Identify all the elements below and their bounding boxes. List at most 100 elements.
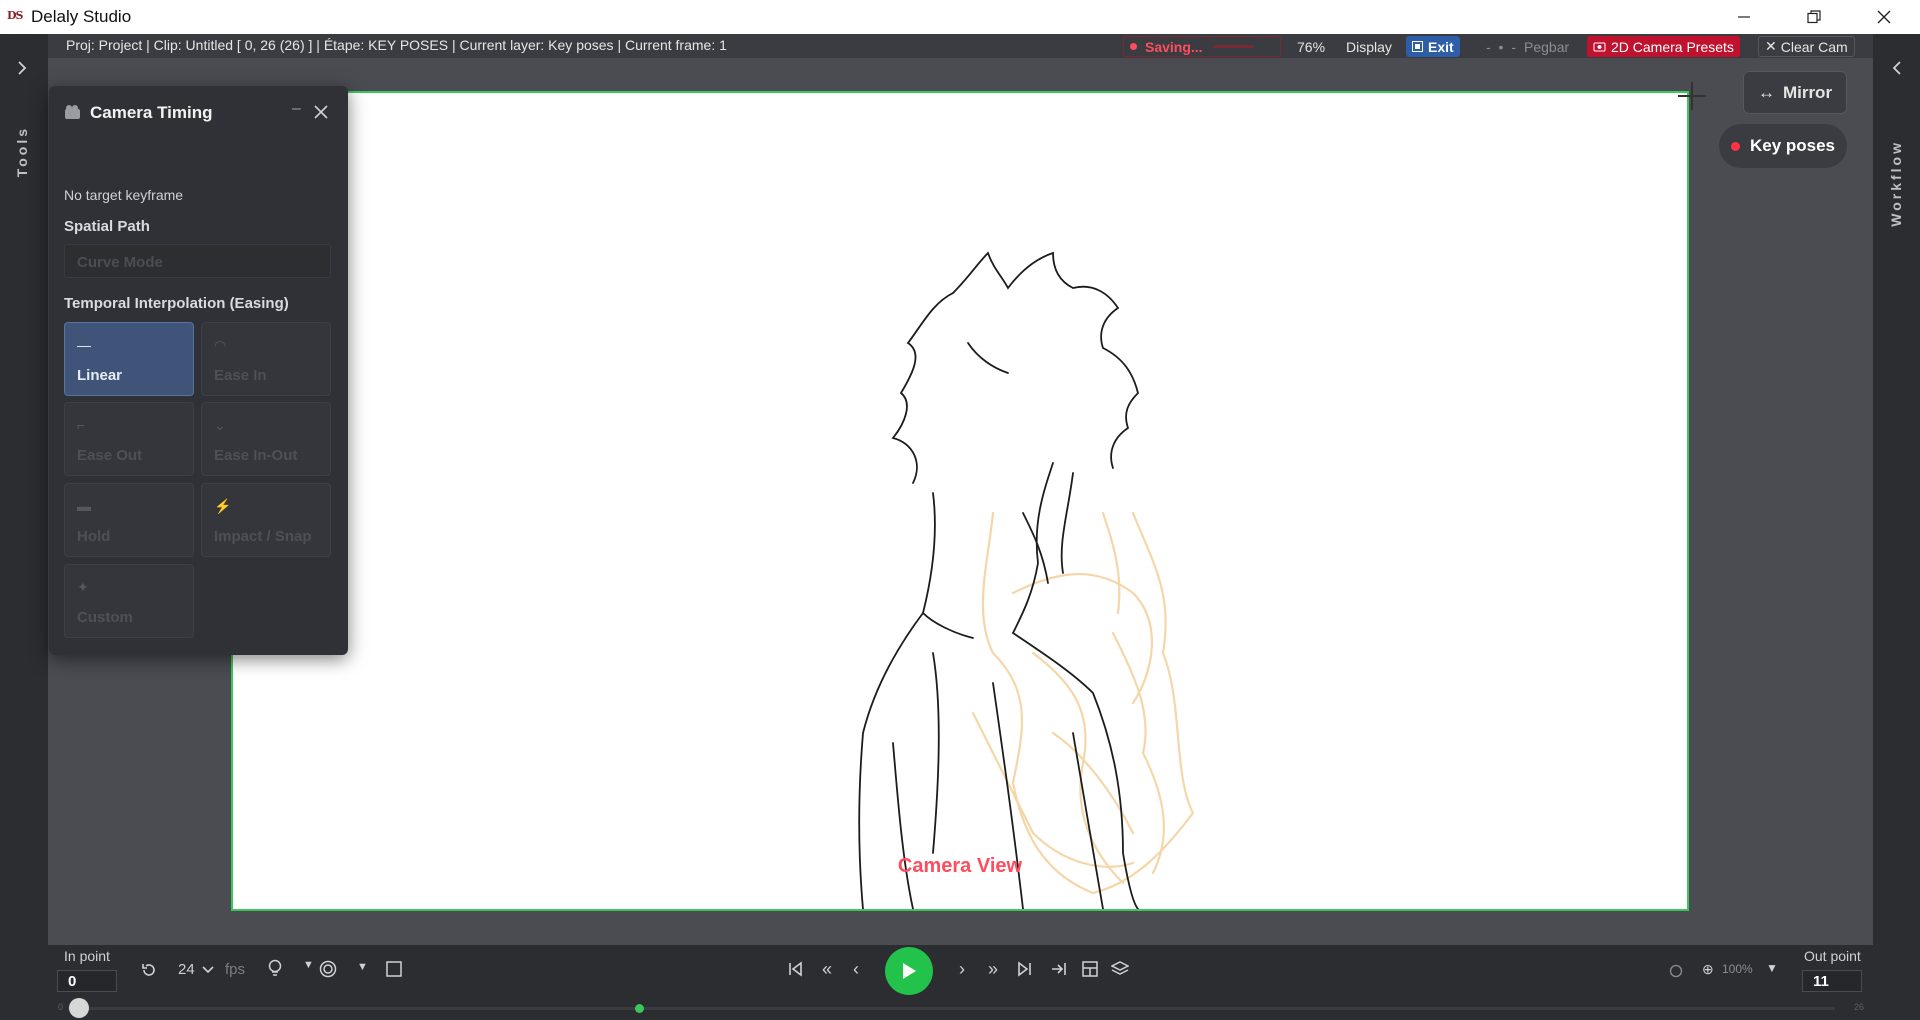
minimize-icon <box>1738 16 1750 18</box>
double-chevron-right-icon: » <box>987 958 998 979</box>
easing-impact-snap[interactable]: ⚡ Impact / Snap <box>201 483 331 557</box>
fast-forward-button[interactable]: » <box>983 959 1003 979</box>
mirror-button[interactable]: ↔ Mirror <box>1743 71 1847 114</box>
custom-icon: ✦ <box>77 579 89 595</box>
skip-end-icon <box>1018 961 1031 977</box>
drawing-canvas[interactable]: Camera View <box>231 91 1689 911</box>
easing-label: Ease Out <box>77 447 143 464</box>
saving-label: Saving... <box>1145 38 1203 55</box>
ease-out-icon: ⌐ <box>77 417 86 433</box>
minimize-panel-icon[interactable]: – <box>292 100 301 118</box>
in-point-label: In point <box>64 948 110 964</box>
fps-select-value[interactable]: 24 <box>178 961 195 978</box>
go-to-out-point-button[interactable] <box>1049 959 1069 979</box>
layers-button[interactable] <box>1110 959 1130 979</box>
character-line-sketch <box>858 251 1139 909</box>
close-icon <box>1877 10 1891 24</box>
close-panel-icon[interactable] <box>314 105 328 119</box>
close-button[interactable] <box>1849 0 1919 34</box>
chevron-right-icon: › <box>959 958 965 979</box>
pegbar-icon: - • - <box>1486 38 1519 55</box>
recording-dot-icon <box>1730 141 1740 151</box>
chevron-right-icon[interactable] <box>16 60 28 76</box>
prev-frame-button[interactable]: ‹ <box>846 959 866 979</box>
out-point-input[interactable]: 11 <box>1802 970 1862 992</box>
status-text: Proj: Project | Clip: Untitled [ 0, 26 (… <box>66 37 727 53</box>
easing-ease-in-out[interactable]: ⌄ Ease In-Out <box>201 402 331 476</box>
arrow-to-line-icon <box>1052 963 1066 975</box>
layout-button[interactable] <box>1080 959 1100 979</box>
exit-label: Exit <box>1428 38 1454 55</box>
layers-icon <box>1111 961 1129 975</box>
restore-button[interactable] <box>1779 0 1849 34</box>
zoom-readout[interactable]: 76% <box>1291 36 1331 57</box>
skip-start-icon <box>789 961 802 977</box>
play-icon <box>903 963 916 979</box>
exit-button[interactable]: Exit <box>1406 36 1460 57</box>
chevron-left-icon[interactable] <box>1891 60 1903 76</box>
circle-icon[interactable] <box>1669 964 1683 978</box>
curve-mode-select[interactable]: Curve Mode <box>64 244 331 278</box>
tools-label[interactable]: Tools <box>14 126 30 177</box>
caret-down-icon[interactable]: ▼ <box>1766 961 1778 975</box>
restore-icon <box>1807 10 1821 24</box>
easing-linear[interactable]: — Linear <box>64 322 194 396</box>
layout-icon <box>1082 961 1098 977</box>
frame-icon[interactable] <box>386 961 402 977</box>
minimize-button[interactable] <box>1709 0 1779 34</box>
camera-icon <box>1593 42 1606 52</box>
play-button[interactable] <box>885 947 933 995</box>
info-bar: Proj: Project | Clip: Untitled [ 0, 26 (… <box>48 34 1873 58</box>
saving-dot-icon <box>1130 43 1137 50</box>
crosshair-icon[interactable] <box>1678 82 1706 110</box>
double-chevron-left-icon: « <box>821 958 832 979</box>
onion-skin-sketch <box>971 511 1195 895</box>
playback-bar: In point 0 24 fps ▼ ▼ « ‹ › » ⊕ 100% ▼ O… <box>48 945 1873 1020</box>
clear-cam-label: Clear Cam <box>1780 38 1848 55</box>
in-point-input[interactable]: 0 <box>57 970 117 992</box>
timeline-track[interactable] <box>68 1007 1835 1010</box>
lightbulb-icon[interactable] <box>267 959 283 979</box>
lightning-icon: ⚡ <box>214 498 232 514</box>
easing-hold[interactable]: ▬ Hold <box>64 483 194 557</box>
keyframe-marker[interactable] <box>635 1004 644 1013</box>
easing-label: Linear <box>77 367 123 384</box>
easing-ease-in[interactable]: ◠ Ease In <box>201 322 331 396</box>
caret-down-icon[interactable]: ▼ <box>303 959 314 971</box>
key-poses-button[interactable]: Key poses <box>1719 124 1847 168</box>
easing-custom[interactable]: ✦ Custom <box>64 564 194 638</box>
hold-icon: ▬ <box>77 498 91 514</box>
next-frame-button[interactable]: › <box>952 959 972 979</box>
last-frame-button[interactable] <box>1014 959 1034 979</box>
fps-label: fps <box>225 961 246 978</box>
loop-icon[interactable] <box>140 961 158 979</box>
workflow-label[interactable]: Workflow <box>1888 140 1904 227</box>
app-logo: DS <box>7 9 24 22</box>
chevron-down-icon[interactable] <box>202 966 214 974</box>
ease-in-icon: ◠ <box>214 337 227 353</box>
first-frame-button[interactable] <box>786 959 806 979</box>
camera-presets-button[interactable]: 2D Camera Presets <box>1587 36 1740 57</box>
camera-view-label: Camera View <box>897 855 1023 877</box>
easing-ease-out[interactable]: ⌐ Ease Out <box>64 402 194 476</box>
exit-icon <box>1412 41 1423 52</box>
panel-title: Camera Timing <box>90 103 213 122</box>
timeline-playhead[interactable] <box>69 998 89 1018</box>
curve-mode-placeholder: Curve Mode <box>77 254 163 271</box>
close-icon: ✕ <box>1765 38 1777 54</box>
easing-label: Hold <box>77 528 111 545</box>
onion-skin-icon[interactable] <box>319 960 337 978</box>
pegbar-toggle[interactable]: - • - Pegbar <box>1480 36 1575 57</box>
tools-sidebar: Tools <box>0 34 48 1020</box>
sketch-drawing <box>858 251 1195 909</box>
easing-label: Ease In <box>214 367 267 384</box>
rewind-button[interactable]: « <box>817 959 837 979</box>
clear-cam-button[interactable]: ✕ Clear Cam <box>1758 36 1855 57</box>
key-poses-label: Key poses <box>1749 136 1836 155</box>
view-zoom-readout[interactable]: 100% <box>1722 962 1753 976</box>
saving-progress <box>1212 45 1253 48</box>
display-button[interactable]: Display <box>1340 36 1398 57</box>
saving-indicator: Saving... <box>1123 36 1281 57</box>
caret-down-icon[interactable]: ▼ <box>357 961 368 973</box>
camera-presets-label: 2D Camera Presets <box>1611 38 1734 55</box>
